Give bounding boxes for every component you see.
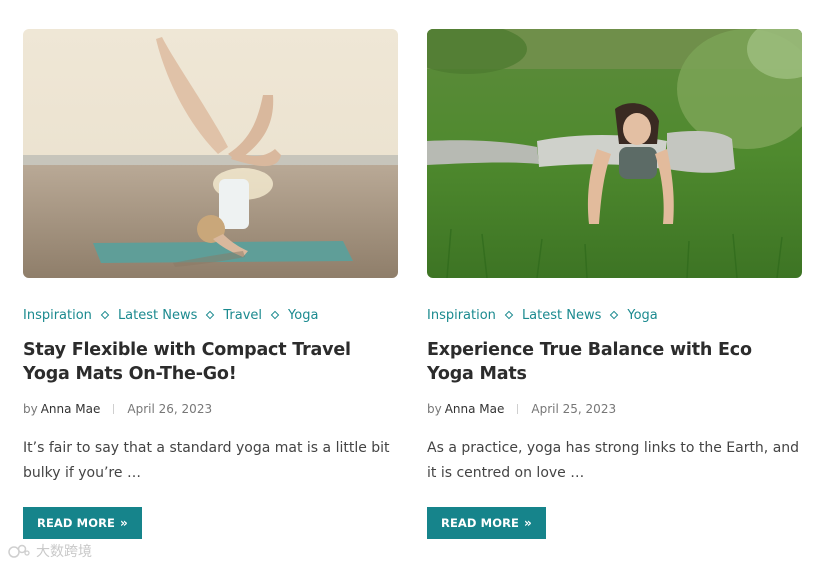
byline-prefix: by: [427, 402, 442, 416]
post-thumbnail[interactable]: [427, 29, 802, 278]
watermark: 大数跨境: [8, 541, 92, 561]
read-more-label: READ MORE: [37, 516, 115, 530]
post-thumbnail[interactable]: [23, 29, 398, 278]
category-separator-icon: [504, 310, 514, 320]
category-separator-icon: [100, 310, 110, 320]
double-chevron-right-icon: »: [524, 516, 532, 530]
category-list: Inspiration Latest News Yoga: [427, 306, 802, 324]
category-separator-icon: [270, 310, 280, 320]
watermark-text: 大数跨境: [36, 544, 92, 560]
category-separator-icon: [206, 310, 215, 320]
author-link[interactable]: Anna Mae: [445, 402, 505, 416]
post-excerpt: It’s fair to say that a standard yoga ma…: [23, 440, 390, 481]
category-list: Inspiration Latest News Travel Yoga: [23, 306, 398, 324]
double-chevron-right-icon: »: [120, 516, 128, 530]
post-title[interactable]: Stay Flexible with Compact Travel Yoga M…: [23, 338, 398, 386]
watermark-logo-icon: [8, 544, 30, 558]
category-link-travel[interactable]: Travel: [223, 308, 262, 323]
category-link-yoga[interactable]: Yoga: [288, 308, 318, 323]
category-separator-icon: [610, 310, 619, 320]
meta-divider: [517, 404, 519, 414]
category-link-yoga[interactable]: Yoga: [627, 308, 657, 323]
read-more-button[interactable]: READ MORE »: [427, 507, 546, 539]
read-more-label: READ MORE: [441, 516, 519, 530]
read-more-button[interactable]: READ MORE »: [23, 507, 142, 539]
post-card: Inspiration Latest News Yoga Experience …: [427, 29, 802, 539]
category-link-latest-news[interactable]: Latest News: [522, 308, 601, 323]
grass-yoga-image: [427, 29, 802, 278]
post-date: April 26, 2023: [127, 402, 213, 416]
meta-divider: [113, 404, 115, 414]
post-meta: by Anna Mae April 25, 2023: [427, 402, 802, 416]
post-excerpt: As a practice, yoga has strong links to …: [427, 440, 800, 481]
post-date: April 25, 2023: [531, 402, 617, 416]
beach-yoga-image: [23, 29, 398, 278]
post-meta: by Anna Mae April 26, 2023: [23, 402, 398, 416]
post-card: Inspiration Latest News Travel Yoga Stay…: [23, 29, 398, 539]
category-link-inspiration[interactable]: Inspiration: [427, 308, 496, 323]
byline-prefix: by: [23, 402, 38, 416]
post-grid: Inspiration Latest News Travel Yoga Stay…: [0, 0, 824, 569]
post-title[interactable]: Experience True Balance with Eco Yoga Ma…: [427, 338, 802, 386]
category-link-inspiration[interactable]: Inspiration: [23, 308, 92, 323]
author-link[interactable]: Anna Mae: [41, 402, 101, 416]
category-link-latest-news[interactable]: Latest News: [118, 308, 197, 323]
